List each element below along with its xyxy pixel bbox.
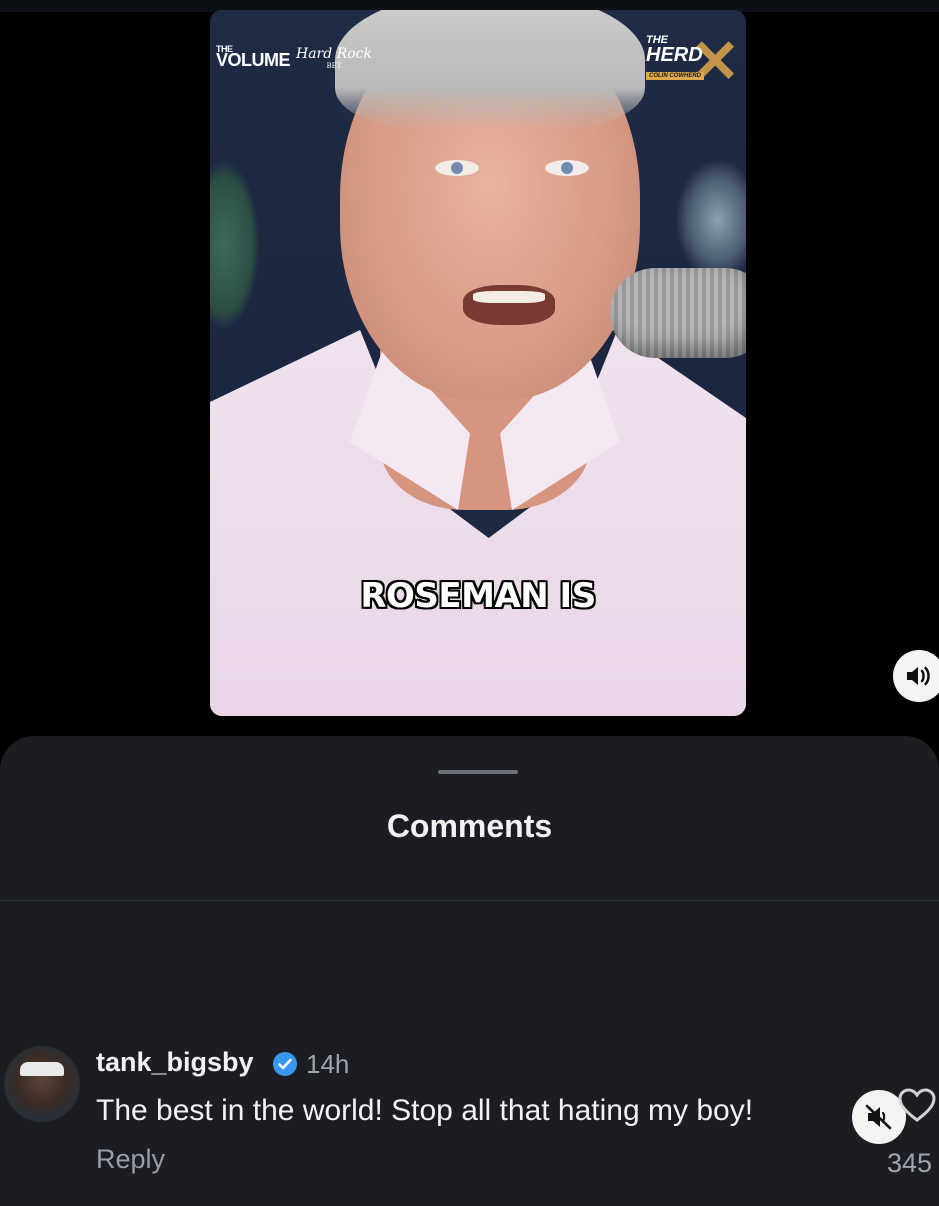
hard-rock-bet-logo: Hard Rock BET xyxy=(296,46,372,70)
host-hair xyxy=(335,10,645,130)
comment-username[interactable]: tank_bigsby xyxy=(96,1047,254,1078)
comment-text: The best in the world! Stop all that hat… xyxy=(96,1094,754,1127)
sheet-divider xyxy=(0,900,939,901)
the-volume-logo: THE VOLUME xyxy=(216,44,291,70)
like-count: 345 xyxy=(887,1148,933,1178)
verified-badge-icon xyxy=(273,1052,297,1076)
eagles-logo-right xyxy=(676,160,746,280)
speaker-on-icon xyxy=(907,666,930,686)
comments-title: Comments xyxy=(386,808,553,844)
like-heart-icon[interactable] xyxy=(897,1086,937,1126)
sheet-drag-handle[interactable] xyxy=(438,770,518,774)
avatar[interactable] xyxy=(4,1046,80,1122)
mouth xyxy=(463,285,555,325)
reply-button[interactable]: Reply xyxy=(96,1144,165,1175)
volume-button[interactable] xyxy=(893,650,939,702)
video-caption: ROSEMAN IS xyxy=(360,576,596,616)
right-eye xyxy=(545,160,589,176)
avatar-headband xyxy=(20,1062,64,1076)
comments-sheet: Comments tank_bigsby 14h The best in the… xyxy=(0,736,939,1206)
the-herd-logo: ✕ THE HERD COLIN COWHERD xyxy=(646,28,741,95)
reel-video[interactable]: THE VOLUME Hard Rock BET ✕ THE HERD COLI… xyxy=(210,10,746,716)
speaker-muted-icon xyxy=(865,1104,892,1130)
eagles-logo-left xyxy=(210,160,260,330)
microphone xyxy=(610,268,746,358)
left-eye xyxy=(435,160,479,176)
comment-timestamp: 14h xyxy=(306,1049,350,1079)
